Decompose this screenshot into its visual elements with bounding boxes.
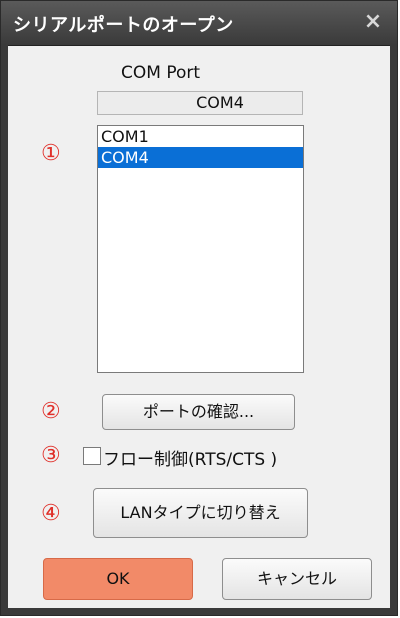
- window-frame-bottom: [1, 608, 397, 615]
- marker-4: ④: [41, 501, 61, 526]
- com-port-current-value: COM4: [97, 91, 303, 115]
- com-port-label: COM Port: [121, 63, 201, 83]
- check-port-button[interactable]: ポートの確認...: [102, 394, 295, 430]
- window-frame-left: [1, 45, 8, 615]
- list-item-com1[interactable]: COM1: [98, 126, 303, 147]
- marker-3: ③: [41, 443, 61, 468]
- close-icon[interactable]: ×: [361, 9, 385, 35]
- list-item-com4[interactable]: COM4: [98, 147, 303, 168]
- com-port-list[interactable]: COM1 COM4: [97, 125, 304, 373]
- cancel-button[interactable]: キャンセル: [222, 558, 372, 600]
- serial-port-dialog: シリアルポートのオープン × COM Port COM4 ① COM1 COM4…: [0, 0, 398, 616]
- flow-control-label: フロー制御(RTS/CTS ): [103, 450, 278, 470]
- ok-button[interactable]: OK: [43, 558, 193, 600]
- switch-lan-type-button[interactable]: LANタイプに切り替え: [93, 488, 308, 538]
- title-bar[interactable]: シリアルポートのオープン ×: [1, 1, 397, 46]
- dialog-title: シリアルポートのオープン: [13, 15, 234, 36]
- window-frame-right: [390, 45, 397, 615]
- marker-2: ②: [41, 399, 61, 424]
- flow-control-checkbox[interactable]: [83, 447, 101, 465]
- marker-1: ①: [41, 141, 61, 166]
